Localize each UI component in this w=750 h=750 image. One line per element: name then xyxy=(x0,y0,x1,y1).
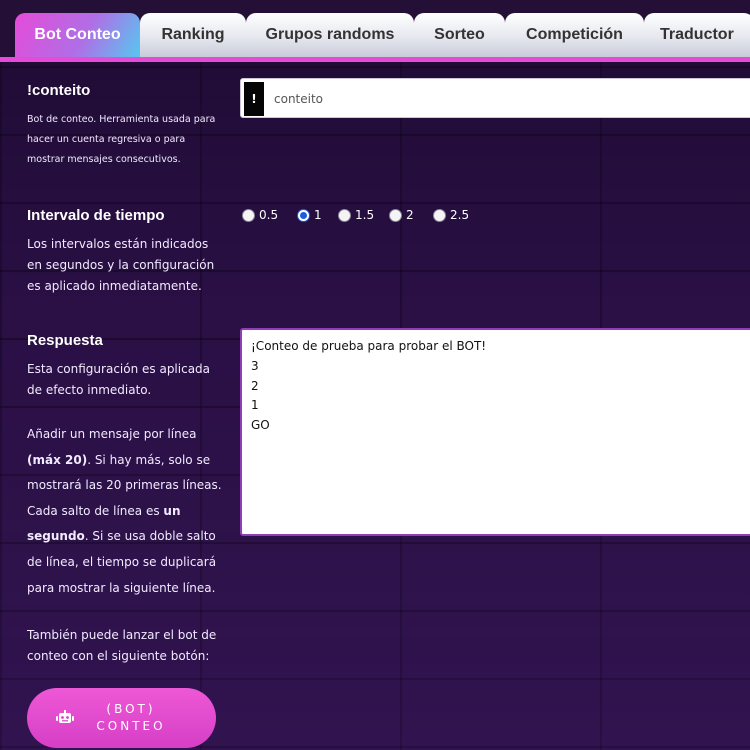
radio-label: 1.5 xyxy=(355,208,375,222)
interval-option-2-5[interactable]: 2.5 xyxy=(433,208,469,222)
interval-option-2[interactable]: 2 xyxy=(389,208,414,222)
launch-bot-button[interactable]: (BOT) CONTEO xyxy=(27,688,216,748)
tab-ranking[interactable]: Ranking xyxy=(140,13,246,57)
interval-option-1-5[interactable]: 1.5 xyxy=(338,208,374,222)
tab-label: Competición xyxy=(526,26,623,43)
interval-description: Los intervalos están indicados en segund… xyxy=(27,237,215,293)
radio-label: 2 xyxy=(406,208,414,222)
instructions-bold: (máx 20) xyxy=(27,452,88,467)
radio-button-selected[interactable] xyxy=(297,208,310,222)
radio-button[interactable] xyxy=(433,208,446,222)
radio-label: 2.5 xyxy=(450,208,470,222)
response-textarea[interactable]: ¡Conteo de prueba para probar el BOT! 3 … xyxy=(240,328,750,536)
response-title: Respuesta xyxy=(27,332,103,349)
launch-bot-label-line2: CONTEO xyxy=(96,719,166,733)
command-title: !conteito xyxy=(27,82,91,99)
command-prefix: ! xyxy=(244,82,264,116)
command-description: Bot de conteo. Herramienta usada para ha… xyxy=(27,114,216,165)
radio-button[interactable] xyxy=(389,208,402,222)
tab-label: Ranking xyxy=(161,26,225,43)
tab-bar: Bot Conteo Ranking Grupos randoms Sorteo… xyxy=(0,0,750,62)
radio-button[interactable] xyxy=(338,208,351,222)
response-description: Esta configuración es aplicada de efecto… xyxy=(27,362,211,397)
response-instructions: Añadir un mensaje por línea (máx 20). Si… xyxy=(27,422,222,601)
interval-title: Intervalo de tiempo xyxy=(27,207,165,224)
tab-label: Grupos randoms xyxy=(265,26,395,43)
interval-option-1[interactable]: 1 xyxy=(297,208,322,222)
instructions-text: Añadir un mensaje por línea xyxy=(27,427,197,441)
radio-label: 1 xyxy=(314,208,322,222)
tab-underline xyxy=(0,57,750,62)
launch-bot-label-line1: (BOT) xyxy=(106,702,156,716)
interval-option-0-5[interactable]: 0.5 xyxy=(242,208,278,222)
tab-label: Traductor xyxy=(660,26,734,43)
launch-bot-label: (BOT) CONTEO xyxy=(87,701,175,735)
tab-competicion[interactable]: Competición xyxy=(505,13,644,57)
robot-icon xyxy=(56,710,74,723)
command-field: ! xyxy=(240,78,750,119)
command-input[interactable] xyxy=(274,79,744,119)
tab-sorteo[interactable]: Sorteo xyxy=(414,13,505,57)
radio-label: 0.5 xyxy=(259,208,279,222)
tab-grupos-randoms[interactable]: Grupos randoms xyxy=(246,13,414,57)
tab-traductor[interactable]: Traductor xyxy=(644,13,750,57)
radio-button[interactable] xyxy=(242,208,255,222)
tab-bot-conteo[interactable]: Bot Conteo xyxy=(15,13,140,57)
tab-label: Bot Conteo xyxy=(34,26,121,43)
tab-label: Sorteo xyxy=(434,26,485,43)
bot-launch-description: También puede lanzar el bot de conteo co… xyxy=(27,628,217,663)
